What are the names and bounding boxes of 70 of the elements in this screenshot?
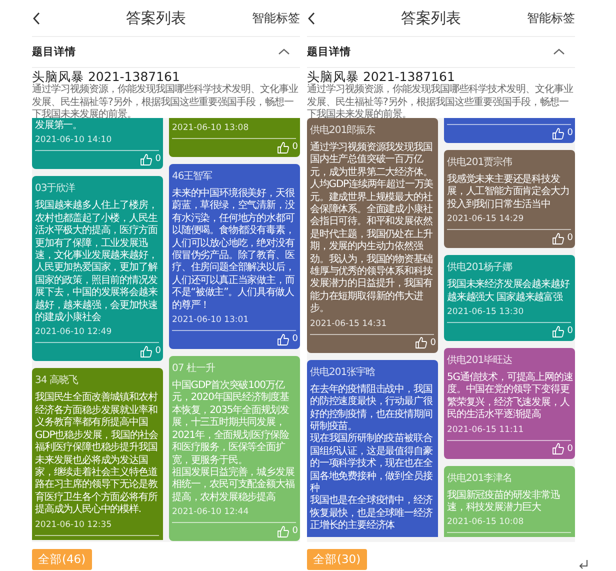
answer-text: 未来的中国环境很美好，天很蔚蓝，草很绿，空气清新，没有水污染，任何地方的水都可以随便喝。食物都没有毒素，人们可以放心地吃，绝对没有假冒伪劣产品。除了教育、医疗、住房问题全部解决以后，人们还可以真正当家做主，而不是“被做主”。人们具有做人的尊严！ (172, 188, 296, 312)
like-count: 0 (155, 346, 161, 356)
author-name: 供电201李津名 (447, 472, 512, 485)
answer-text: 中国GDP首次突破100万亿元，2020年国民经济制度基本恢复，2035年全面规划发展，十三五时期共同发展，2021年，全面规划医疗保险和医疗服务，医保等全面扩宽，更服务于民。 (172, 380, 290, 466)
like-count: 0 (567, 326, 573, 336)
answer-time: 2021-06-15 11:11 (447, 424, 524, 436)
answer-text: 我国民生全面改善城镇和农村经济各方面稳步发展就业率和义务教育率都有所提高中国GDP也稳步发展，我国的社会福利医疗保障也稳步提升我国未来发展也必将成为发达国家，继续走着社会主义特色道路在习主席的领导下无论是教育医疗卫生各个方面必将有所提高成为人民心中的模样. (35, 392, 160, 517)
question-text: 通过学习视频资源，你能发现我国哪些科学技术发明、文化事业发展、民生福祉等?另外，根据我国这些重要强国手段，畅想一下我国未来发展的前景。 (307, 84, 574, 122)
answer-text: 现在我国所研制的疫苗被联合国组织认证，这是最值得自豪的一项科学技术，现在也在全国各地免费接种，做到全员接种 (310, 433, 434, 494)
question-text: 通过学习视频资源，你能发现我国哪些科学技术发明、文化事业发展、民生福祉等?另外，根据我国这些重要强国手段，畅想一下我国未来发展的前景。 (32, 84, 300, 120)
return-arrow-icon (578, 559, 588, 569)
answer-time: 2021-06-15 14:29 (447, 213, 524, 226)
answer-text: 通过学习视频资源我发现我国国内生产总值突破一百万亿元，成为世界第二大经济体。人均GDP连续两年超过一万美元。建成世界上规模最大的社会保障体系。全面建成小康社会指日可待。和平和发展依然是时代主题，我国仍处在上升期，发展的内生动力依然强劲。我认为，我国的物资基础雄厚与优秀的领导体系和科技发展潜力的日益提升，我国有能力在短期取得新的伟大进步。 (310, 142, 434, 316)
answer-text: 我感觉未来主要还是科技发展，人工智能方面肯定会大力投入到我们日常生活当中 (447, 174, 570, 212)
answer-text: 在去年的疫情阻击战中，我国的防控速度最快，行动最广很好的控制疫情，也在疫情期间研制疫苗。 (310, 384, 434, 432)
answer-time: 2021-06-10 12:35 (35, 518, 112, 531)
question-title: 头脑风暴 2021-1387161 (307, 69, 455, 84)
thumbs-up-icon[interactable] (277, 332, 290, 346)
like-count: 0 (292, 334, 298, 344)
author-name: 供电201毕旺达 (447, 355, 512, 368)
author-name: 供电201张宇晗 (310, 366, 376, 379)
like-count: 0 (155, 154, 161, 164)
author-name: 03于欣洋 (35, 183, 76, 196)
answer-text: 我国新冠疫苗的研发非常迅速，科技发展潜力巨大 (447, 490, 561, 514)
answer-time: 2021-06-10 13:08 (172, 122, 249, 134)
thumbs-up-icon[interactable] (552, 324, 566, 338)
author-name: 供电201杨子娜 (447, 262, 512, 274)
like-count: 0 (430, 338, 436, 348)
chevron-up-icon[interactable] (278, 48, 290, 56)
like-count: 0 (292, 142, 298, 152)
back-icon[interactable] (32, 10, 41, 26)
answer-time: 2021-06-10 12:49 (35, 326, 112, 338)
answer-time: 2021-06-15 13:30 (447, 306, 524, 318)
answer-text: 我国越来越多人住上了楼房，农村也都盖起了小楼，人民生活水平极大的提高，医疗方面更加有了保障，工业发展迅速，文化事业发展越来越好，人民更加热爱国家，更加了解国家的政策，照目前的情况发展下去，中国的发展将会越来越好，越来越强，会更加快速的建成小康社会 (35, 200, 159, 324)
answer-text: 祖国发展日益完善，城乡发展相统一，农民可支配金额大福提高，农村发展稳步提高 (172, 466, 296, 504)
section-title: 题目详情 (307, 45, 351, 59)
answer-time: 2021-06-10 14:10 (35, 134, 112, 146)
author-name: 46王智军 (172, 171, 212, 183)
thumbs-up-icon[interactable] (552, 442, 566, 456)
smart-tags-link[interactable]: 智能标签 (527, 10, 575, 26)
thumbs-up-icon[interactable] (140, 152, 154, 166)
question-title: 头脑风暴 2021-1387161 (32, 69, 180, 84)
answer-time: 2021-06-10 12:44 (172, 506, 249, 518)
author-name: 07 杜一升 (172, 363, 215, 376)
answer-time: 2021-06-15 10:08 (447, 516, 524, 528)
screen-title: 答案列表 (126, 8, 186, 28)
like-count: 0 (292, 526, 298, 536)
like-count: 0 (567, 128, 573, 138)
back-icon[interactable] (307, 10, 316, 26)
answer-time: 2021-06-10 13:01 (172, 314, 249, 326)
thumbs-up-icon[interactable] (552, 232, 566, 245)
answer-text: 我国也是在全球疫情中，经济恢复最快，也是全球唯一经济正增长的主要经济体 (310, 495, 434, 533)
thumbs-up-icon[interactable] (277, 140, 290, 154)
chevron-up-icon[interactable] (553, 48, 565, 56)
author-name: 供电201郎振东 (310, 125, 376, 137)
screen-title: 答案列表 (401, 8, 461, 28)
smart-tags-link[interactable]: 智能标签 (252, 10, 300, 26)
author-name: 供电201贾宗伟 (447, 157, 512, 169)
like-count: 0 (567, 444, 573, 454)
answer-text: 我国未来经济发展会越来越好越来越强大 国家越来越富强 (447, 279, 571, 304)
thumbs-up-icon[interactable] (277, 524, 290, 538)
answer-text: 5G通信技术，可提高上网的速度。中国在党的领导下变得更繁荣复兴，经济飞速发展，人民的生活水平逐渐提高 (447, 372, 573, 422)
thumbs-up-icon[interactable] (552, 126, 566, 140)
section-title: 题目详情 (32, 45, 76, 59)
answer-text: 发展第一。 (35, 120, 84, 132)
thumbs-up-icon[interactable] (415, 336, 428, 350)
thumbs-up-icon[interactable] (140, 344, 154, 358)
like-count: 0 (567, 233, 573, 244)
author-name: 34 高晓飞 (35, 375, 78, 388)
answer-time: 2021-06-15 14:31 (310, 318, 387, 330)
